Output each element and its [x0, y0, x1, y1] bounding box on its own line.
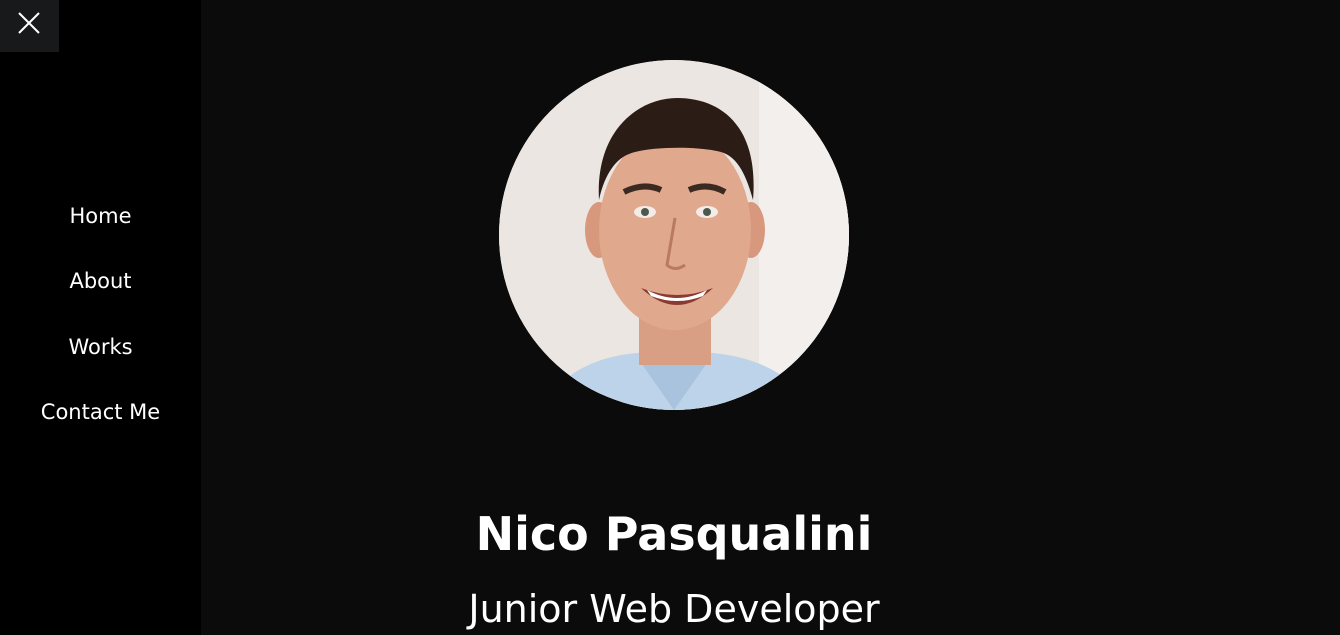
- portfolio-page: Home About Works Contact Me Nico Pasqual…: [0, 0, 1340, 635]
- close-menu-button[interactable]: [0, 0, 59, 52]
- nav-item-home[interactable]: Home: [0, 202, 201, 230]
- sidebar-nav: Home About Works Contact Me: [0, 0, 201, 635]
- hero-name: Nico Pasqualini: [475, 507, 873, 561]
- nav-item-about[interactable]: About: [0, 267, 201, 295]
- nav-item-contact-me[interactable]: Contact Me: [0, 398, 201, 426]
- nav-item-works[interactable]: Works: [0, 333, 201, 361]
- hero-role: Junior Web Developer: [468, 587, 880, 631]
- close-icon: [18, 12, 40, 34]
- profile-photo: [499, 60, 849, 410]
